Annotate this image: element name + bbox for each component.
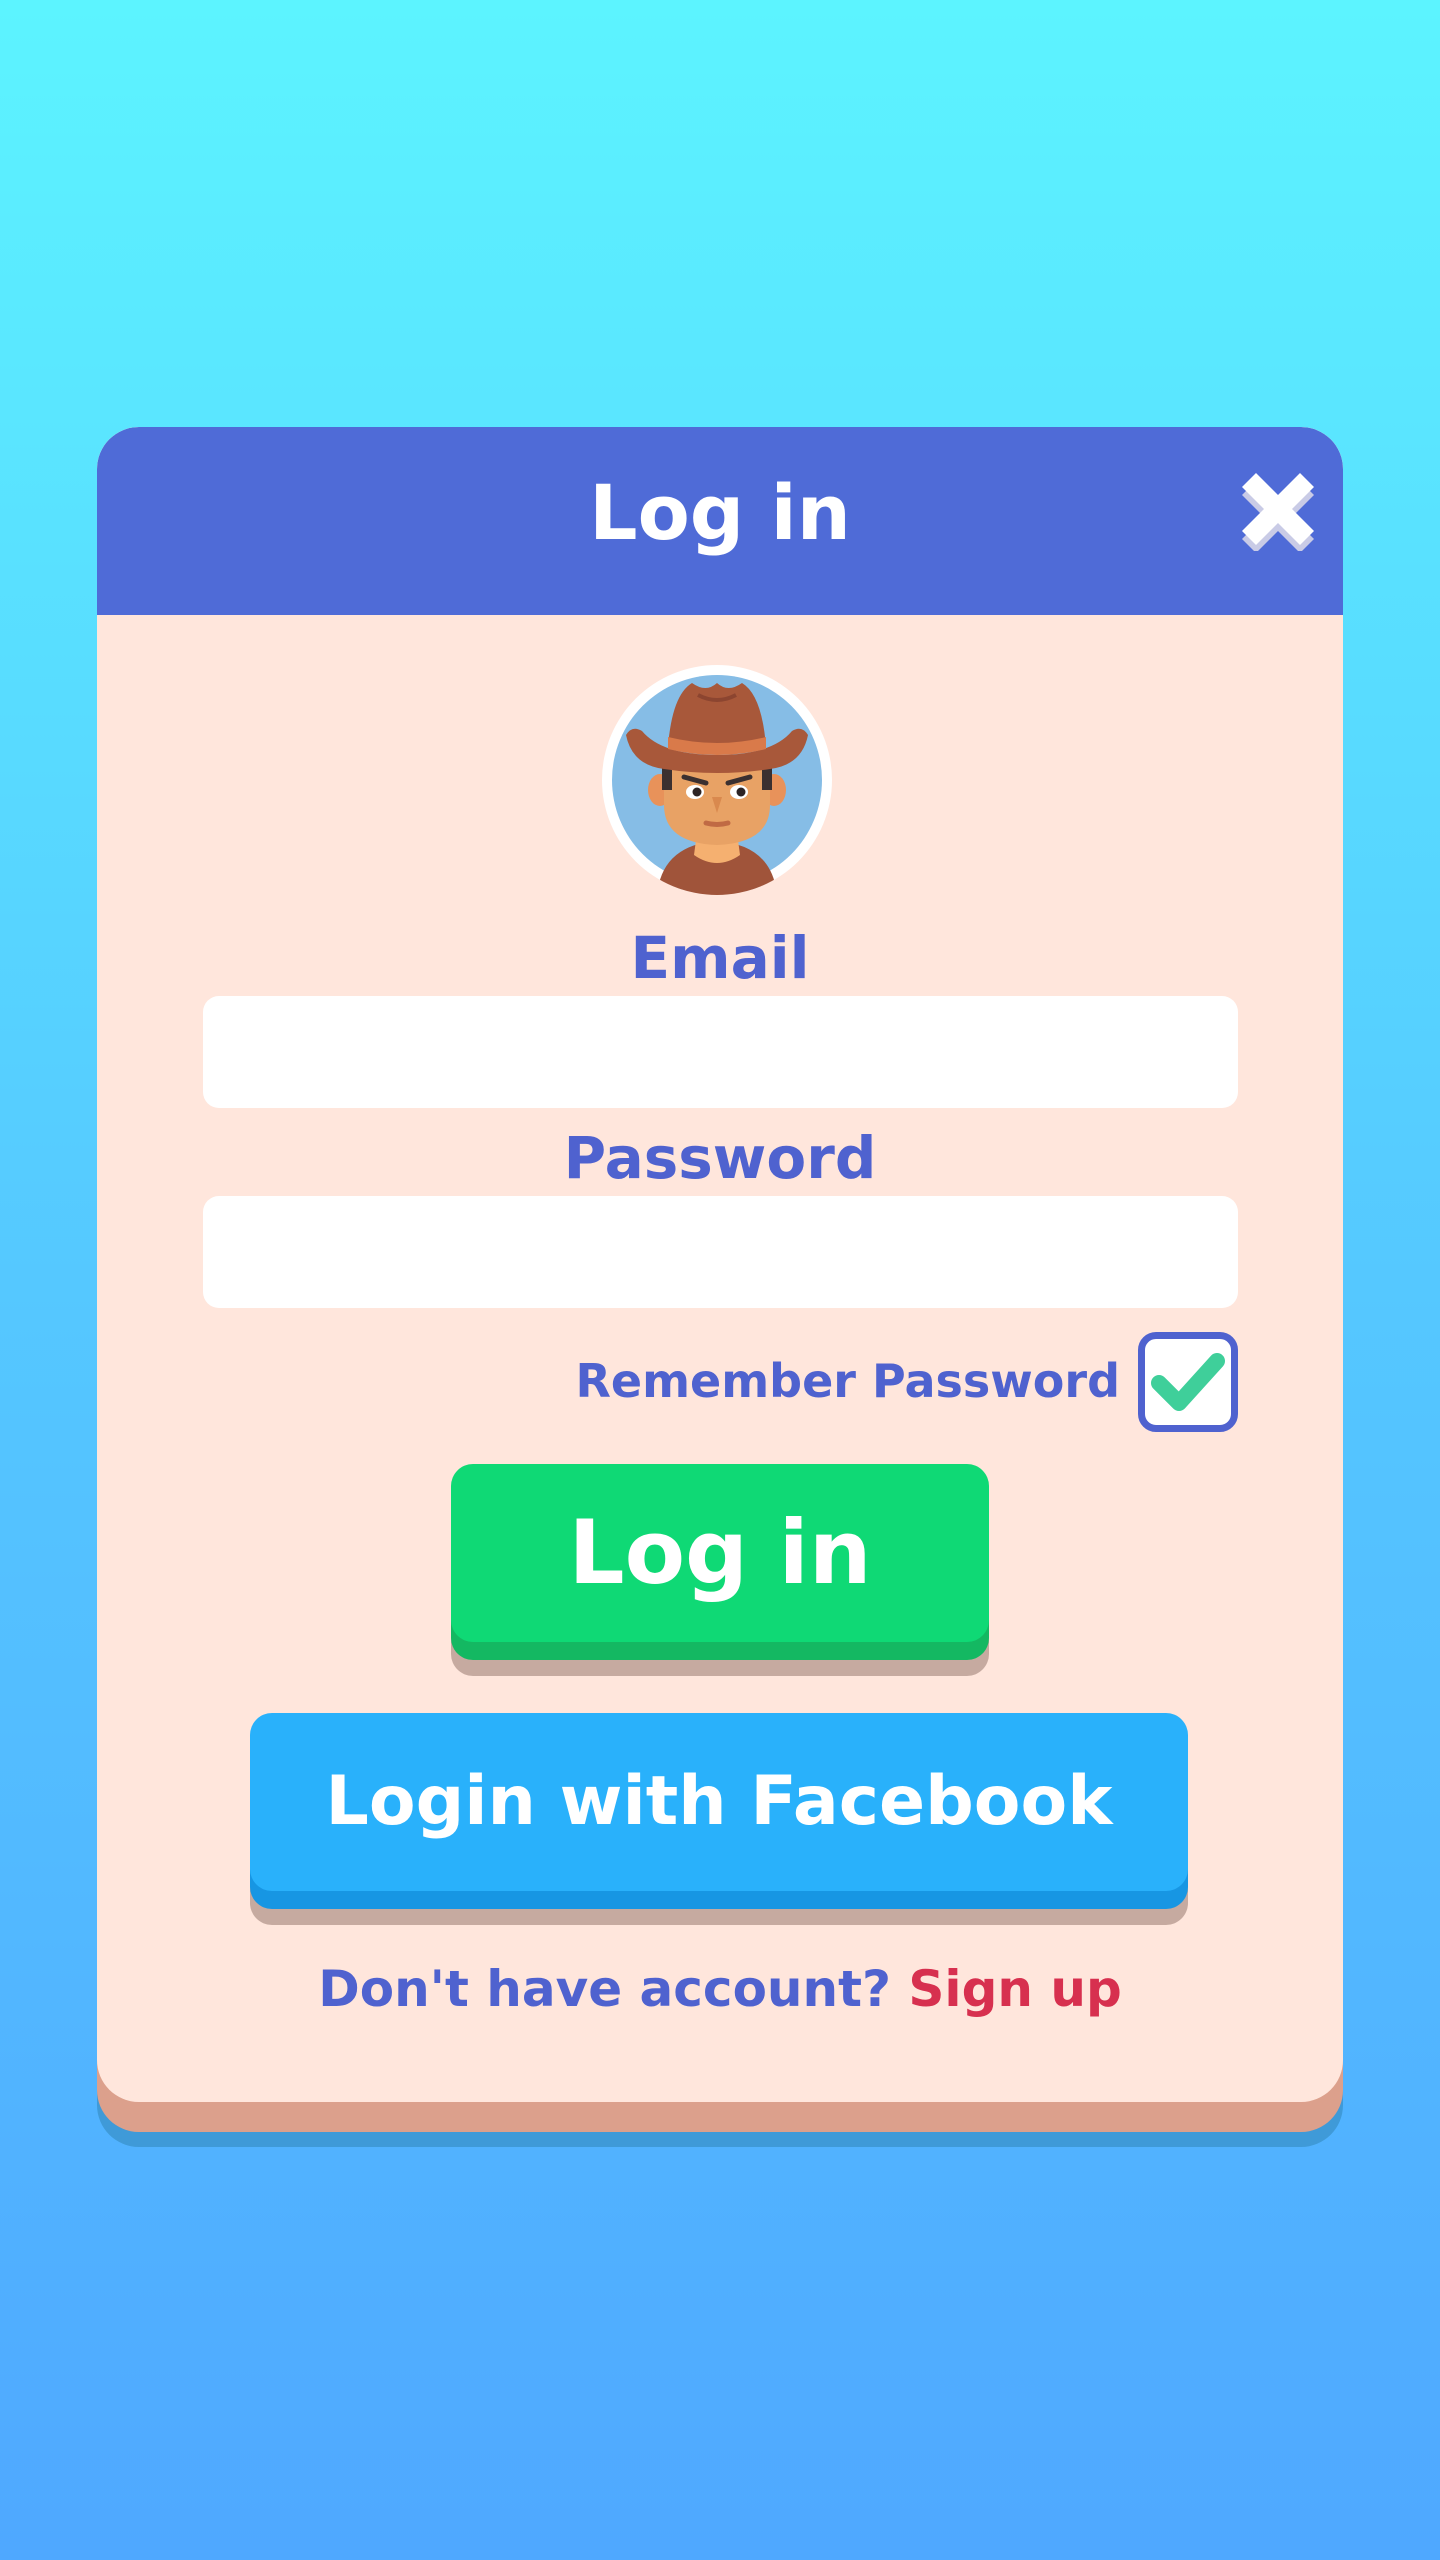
signup-row: Don't have account? Sign up: [97, 1959, 1343, 2019]
dialog-title: Log in: [589, 468, 851, 557]
login-dialog: Log in Email Password Remember Password …: [97, 427, 1343, 2102]
signup-prompt: Don't have account?: [318, 1960, 909, 2018]
dialog-header: Log in: [97, 427, 1343, 615]
email-label: Email: [630, 924, 810, 992]
remember-password-label: Remember Password: [575, 1354, 1121, 1408]
login-button[interactable]: Log in: [451, 1464, 989, 1642]
checkmark-icon: [1151, 1353, 1225, 1411]
password-field[interactable]: [203, 1196, 1238, 1308]
password-label: Password: [563, 1124, 877, 1192]
signup-link[interactable]: Sign up: [908, 1960, 1121, 2018]
close-icon: [1242, 473, 1314, 553]
facebook-login-button[interactable]: Login with Facebook: [250, 1713, 1188, 1891]
cowboy-avatar-icon: [612, 675, 822, 895]
close-button[interactable]: [1240, 469, 1322, 553]
avatar: [602, 665, 832, 895]
remember-password-row: Remember Password: [97, 1332, 1238, 1432]
email-field[interactable]: [203, 996, 1238, 1108]
remember-password-checkbox[interactable]: [1138, 1332, 1238, 1432]
